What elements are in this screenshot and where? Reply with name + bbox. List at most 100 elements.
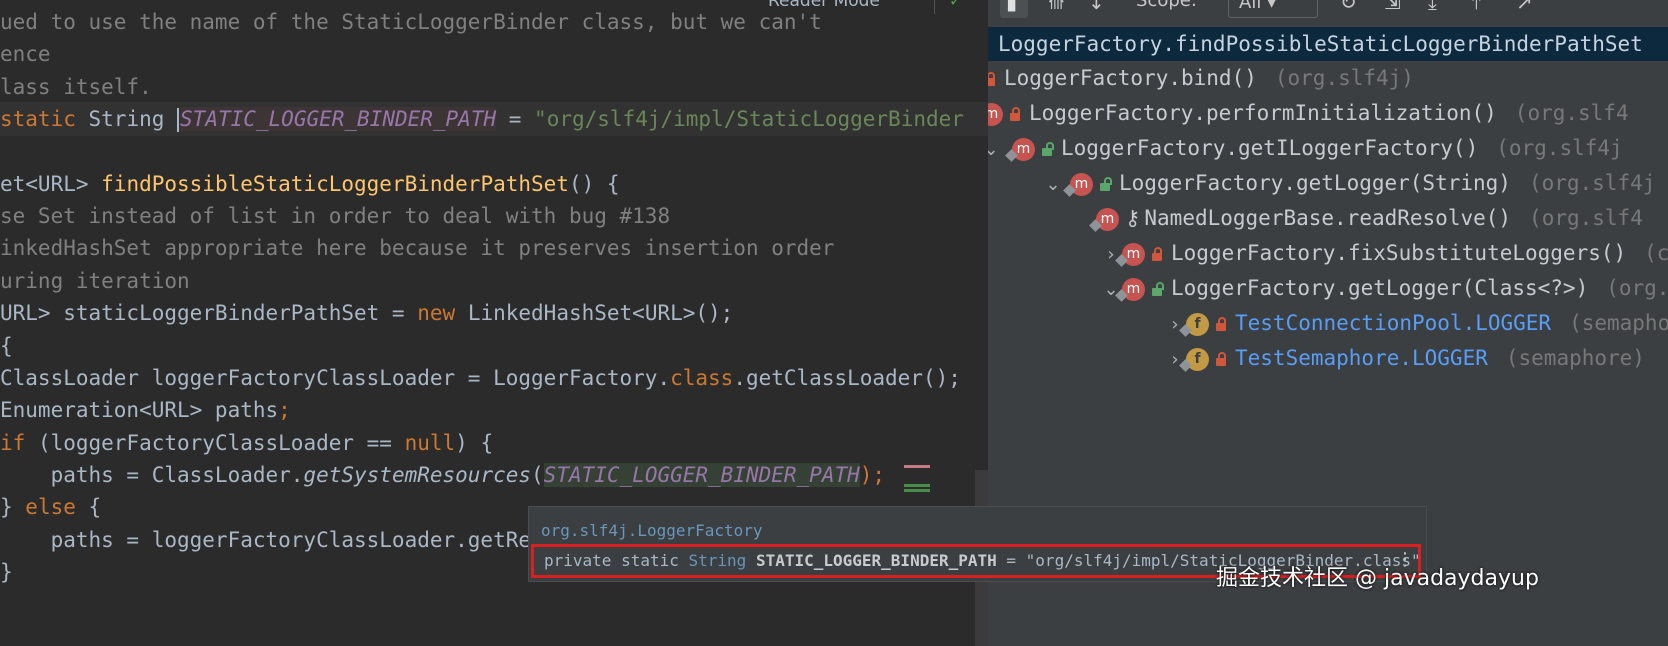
code-token: se Set instead of list in order to deal … (0, 204, 671, 228)
change-stripe-marker[interactable] (904, 484, 930, 487)
field-icon: f (1179, 347, 1209, 372)
private-lock-icon (1215, 352, 1227, 366)
code-line[interactable]: ued to use the name of the StaticLoggerB… (0, 5, 822, 39)
private-lock-icon (1215, 317, 1227, 331)
hierarchy-node[interactable]: m ⚷ NamedLoggerBase.readResolve() (org.slf4 (1010, 201, 1643, 235)
code-token: lass itself. (0, 75, 152, 99)
code-token: "org/slf4j/impl/StaticLoggerBinder (534, 107, 964, 131)
public-unlock-icon (1151, 282, 1164, 296)
hierarchy-node[interactable]: › m LoggerFactory.fixSubstituteLoggers() (c (1044, 236, 1668, 270)
chevron-down-icon[interactable]: ⌄ (988, 133, 1002, 167)
override-badge-icon (1063, 183, 1076, 197)
hierarchy-node-label: TestSemaphore.LOGGER (1235, 346, 1488, 370)
hierarchy-node-label: NamedLoggerBase.readResolve() (1144, 206, 1512, 230)
code-token: paths = ClassLoader. (0, 463, 304, 487)
code-line[interactable]: et<URL> findPossibleStaticLoggerBinderPa… (0, 167, 620, 201)
hierarchy-node-label: LoggerFactory.bind() (1004, 66, 1257, 90)
code-line[interactable]: paths = ClassLoader.getSystemResources(S… (0, 458, 885, 492)
hierarchy-root-method[interactable]: LoggerFactory.findPossibleStaticLoggerBi… (988, 27, 1668, 61)
code-token: findPossibleStaticLoggerBinderPathSet (101, 172, 569, 196)
method-icon: m (1063, 172, 1093, 197)
inspection-ok-icon[interactable]: ✓ (950, 0, 961, 11)
code-token: ued to use the name of the StaticLoggerB… (0, 10, 822, 34)
expand-tree-icon[interactable]: ⟰ (1048, 0, 1065, 14)
code-token: ); (859, 463, 886, 487)
decl-modifiers: private static (544, 551, 689, 570)
refresh-icon[interactable]: ↻ (1340, 0, 1357, 14)
decl-type-link[interactable]: String (689, 551, 747, 570)
code-line[interactable]: ence (0, 37, 51, 71)
hierarchy-node-label: LoggerFactory.performInitialization() (1029, 101, 1497, 125)
hierarchy-node-label: LoggerFactory.fixSubstituteLoggers() (1171, 241, 1627, 265)
expand-all-icon[interactable]: ⤓ (1428, 0, 1437, 14)
private-lock-icon (988, 72, 996, 86)
scope-label: Scope: (1136, 0, 1197, 11)
code-line[interactable]: if (loggerFactoryClassLoader == null) { (0, 426, 493, 460)
code-line[interactable]: lass itself. (0, 70, 152, 104)
code-line[interactable]: uring iteration (0, 264, 190, 298)
chevron-down-icon[interactable]: ⌄ (1042, 168, 1064, 202)
code-token: String (88, 107, 178, 131)
override-badge-icon (1089, 218, 1102, 232)
decl-field-name: STATIC_LOGGER_BINDER_PATH (755, 551, 997, 570)
hierarchy-node[interactable]: ⌄ m LoggerFactory.getLogger(Class<?>) (org. (1044, 271, 1668, 305)
watermark: 掘金技术社区 @ javadaydayup (1216, 566, 1539, 591)
scope-select-value: All (1239, 0, 1262, 13)
override-badge-icon (1005, 148, 1018, 162)
collapse-all-icon[interactable]: ⤒ (1472, 0, 1481, 14)
hierarchy-node[interactable]: m LoggerFactory.performInitialization() (o… (988, 96, 1629, 130)
code-token: et<URL> (0, 172, 102, 196)
code-token: null (404, 431, 456, 455)
code-line[interactable]: paths = loggerFactoryClassLoader.getRes (0, 523, 544, 557)
error-stripe-marker[interactable] (904, 465, 930, 468)
hierarchy-node[interactable]: › f TestSemaphore.LOGGER (semaphore) (1076, 341, 1645, 375)
code-token: LinkedHashSet<URL>(); (467, 301, 734, 325)
code-token: uring iteration (0, 269, 190, 293)
code-token: paths = loggerFactoryClassLoader.getRes (0, 528, 544, 552)
hierarchy-node-package: (org. (1606, 276, 1668, 300)
code-token: Enumeration<URL> paths (0, 398, 279, 422)
code-line[interactable]: URL> staticLoggerBinderPathSet = new Lin… (0, 296, 733, 330)
code-line[interactable]: static String STATIC_LOGGER_BINDER_PATH … (0, 102, 988, 136)
code-token: inkedHashSet appropriate here because it… (0, 236, 835, 260)
code-token: } (0, 560, 13, 584)
private-lock-icon (1009, 107, 1021, 121)
scope-select[interactable]: All ▾ (1228, 0, 1318, 18)
code-token: URL> staticLoggerBinderPathSet = (0, 301, 418, 325)
hierarchy-node-label: LoggerFactory.getLogger(Class<?>) (1171, 276, 1589, 300)
export-icon[interactable]: ↗ (1516, 0, 1533, 14)
text-caret (177, 108, 180, 132)
hierarchy-toolbar: ▮ ⟰ ↓ Scope: All ▾ ↻ ⇲ ⤓ ⤒ ↗ (988, 0, 1668, 24)
hierarchy-node[interactable]: LoggerFactory.bind() (org.slf4j) (988, 61, 1414, 95)
chevron-down-icon: ▾ (1267, 0, 1277, 13)
code-token: () { (568, 172, 620, 196)
code-token: static (0, 107, 89, 131)
code-line[interactable]: ClassLoader loggerFactoryClassLoader = L… (0, 361, 961, 395)
field-icon: f (1179, 312, 1209, 337)
method-icon: m (1005, 137, 1035, 162)
code-line[interactable]: Enumeration<URL> paths; (0, 393, 291, 427)
sort-alpha-icon[interactable]: ↓ (1088, 0, 1105, 14)
method-icon: m (1115, 242, 1145, 267)
pin-icon[interactable]: ⇲ (1384, 0, 1401, 14)
change-stripe-marker[interactable] (904, 489, 930, 492)
code-line[interactable]: } else { (0, 490, 101, 524)
caller-method-icon[interactable]: ▮ (1006, 0, 1017, 14)
method-icon: m (1089, 207, 1119, 232)
hierarchy-node-label: LoggerFactory.getLogger(String) (1119, 171, 1511, 195)
hierarchy-node[interactable]: ›fTestConnectionPool.LOGGER(semaphore (1076, 306, 1668, 340)
code-line[interactable]: { (0, 329, 13, 363)
hierarchy-node-package: (semaphore (1569, 311, 1668, 335)
method-icon: m (988, 102, 1003, 126)
code-token: ClassLoader loggerFactoryClassLoader = L… (0, 366, 671, 390)
hierarchy-node[interactable]: ⌄ m LoggerFactory.getILoggerFactory() (org.… (988, 131, 1623, 165)
popup-class-link[interactable]: org.slf4j.LoggerFactory (541, 521, 763, 540)
public-unlock-icon (1099, 177, 1112, 191)
hierarchy-node-package: (c (1644, 241, 1668, 265)
code-line[interactable]: } (0, 555, 13, 589)
hierarchy-node-package: (org.slf4j (1528, 171, 1656, 195)
code-line[interactable]: se Set instead of list in order to deal … (0, 199, 670, 233)
code-line[interactable]: inkedHashSet appropriate here because it… (0, 231, 834, 265)
hierarchy-node[interactable]: ⌄ m LoggerFactory.getLogger(String) (org.sl… (1020, 166, 1655, 200)
private-lock-icon (1151, 247, 1163, 261)
